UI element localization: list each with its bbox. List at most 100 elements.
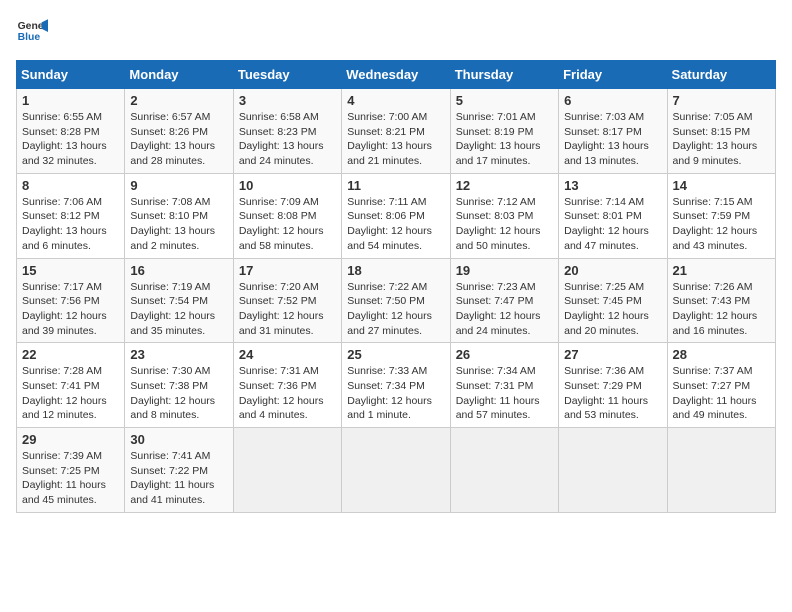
day-number: 14 [673,178,770,193]
day-info: Sunrise: 6:57 AMSunset: 8:26 PMDaylight:… [130,110,227,169]
calendar-day-cell: 5Sunrise: 7:01 AMSunset: 8:19 PMDaylight… [450,89,558,174]
day-number: 3 [239,93,336,108]
calendar-week-row: 29 Sunrise: 7:39 AMSunset: 7:25 PMDayligh… [17,428,776,513]
calendar-day-cell: 11 Sunrise: 7:11 AMSunset: 8:06 PMDayligh… [342,173,450,258]
day-info: Sunrise: 7:34 AMSunset: 7:31 PMDaylight:… [456,364,553,423]
calendar-day-cell: 26 Sunrise: 7:34 AMSunset: 7:31 PMDayligh… [450,343,558,428]
calendar-day-cell: 9 Sunrise: 7:08 AMSunset: 8:10 PMDaylight… [125,173,233,258]
day-info: Sunrise: 6:55 AMSunset: 8:28 PMDaylight:… [22,110,119,169]
day-number: 9 [130,178,227,193]
calendar-day-cell: 21Sunrise: 7:26 AMSunset: 7:43 PMDayligh… [667,258,775,343]
day-number: 12 [456,178,553,193]
day-info: Sunrise: 6:58 AMSunset: 8:23 PMDaylight:… [239,110,336,169]
day-info: Sunrise: 7:14 AMSunset: 8:01 PMDaylight:… [564,195,661,254]
day-number: 16 [130,263,227,278]
calendar-day-cell: 29 Sunrise: 7:39 AMSunset: 7:25 PMDayligh… [17,428,125,513]
day-of-week-header: Tuesday [233,61,341,89]
day-number: 25 [347,347,444,362]
day-info: Sunrise: 7:31 AMSunset: 7:36 PMDaylight:… [239,364,336,423]
day-number: 10 [239,178,336,193]
logo-icon: General Blue [16,16,48,48]
calendar-day-cell: 8Sunrise: 7:06 AMSunset: 8:12 PMDaylight… [17,173,125,258]
calendar-week-row: 8Sunrise: 7:06 AMSunset: 8:12 PMDaylight… [17,173,776,258]
day-number: 28 [673,347,770,362]
calendar-day-cell [559,428,667,513]
day-info: Sunrise: 7:03 AMSunset: 8:17 PMDaylight:… [564,110,661,169]
day-info: Sunrise: 7:17 AMSunset: 7:56 PMDaylight:… [22,280,119,339]
calendar-day-cell [450,428,558,513]
day-info: Sunrise: 7:08 AMSunset: 8:10 PMDaylight:… [130,195,227,254]
day-info: Sunrise: 7:20 AMSunset: 7:52 PMDaylight:… [239,280,336,339]
calendar-day-cell: 12Sunrise: 7:12 AMSunset: 8:03 PMDayligh… [450,173,558,258]
calendar-day-cell: 10 Sunrise: 7:09 AMSunset: 8:08 PMDayligh… [233,173,341,258]
day-info: Sunrise: 7:22 AMSunset: 7:50 PMDaylight:… [347,280,444,339]
day-number: 22 [22,347,119,362]
calendar-day-cell: 24Sunrise: 7:31 AMSunset: 7:36 PMDayligh… [233,343,341,428]
day-info: Sunrise: 7:33 AMSunset: 7:34 PMDaylight:… [347,364,444,423]
day-number: 7 [673,93,770,108]
calendar-week-row: 22Sunrise: 7:28 AMSunset: 7:41 PMDayligh… [17,343,776,428]
day-number: 26 [456,347,553,362]
page-header: General Blue [16,16,776,48]
day-number: 27 [564,347,661,362]
calendar-day-cell: 6 Sunrise: 7:03 AMSunset: 8:17 PMDaylight… [559,89,667,174]
day-info: Sunrise: 7:36 AMSunset: 7:29 PMDaylight:… [564,364,661,423]
day-number: 29 [22,432,119,447]
calendar-day-cell: 7Sunrise: 7:05 AMSunset: 8:15 PMDaylight… [667,89,775,174]
calendar-day-cell [233,428,341,513]
day-number: 15 [22,263,119,278]
calendar-day-cell: 2 Sunrise: 6:57 AMSunset: 8:26 PMDaylight… [125,89,233,174]
calendar-day-cell: 14 Sunrise: 7:15 AMSunset: 7:59 PMDayligh… [667,173,775,258]
calendar-day-cell: 20Sunrise: 7:25 AMSunset: 7:45 PMDayligh… [559,258,667,343]
calendar-day-cell: 28 Sunrise: 7:37 AMSunset: 7:27 PMDayligh… [667,343,775,428]
calendar-day-cell: 19Sunrise: 7:23 AMSunset: 7:47 PMDayligh… [450,258,558,343]
day-number: 5 [456,93,553,108]
day-of-week-header: Wednesday [342,61,450,89]
day-info: Sunrise: 7:37 AMSunset: 7:27 PMDaylight:… [673,364,770,423]
svg-text:Blue: Blue [18,32,41,43]
day-number: 18 [347,263,444,278]
day-info: Sunrise: 7:30 AMSunset: 7:38 PMDaylight:… [130,364,227,423]
day-info: Sunrise: 7:00 AMSunset: 8:21 PMDaylight:… [347,110,444,169]
calendar-day-cell: 22Sunrise: 7:28 AMSunset: 7:41 PMDayligh… [17,343,125,428]
calendar-day-cell [342,428,450,513]
day-number: 4 [347,93,444,108]
day-info: Sunrise: 7:06 AMSunset: 8:12 PMDaylight:… [22,195,119,254]
day-number: 19 [456,263,553,278]
calendar-day-cell: 3 Sunrise: 6:58 AMSunset: 8:23 PMDaylight… [233,89,341,174]
day-info: Sunrise: 7:41 AMSunset: 7:22 PMDaylight:… [130,449,227,508]
calendar-table: SundayMondayTuesdayWednesdayThursdayFrid… [16,60,776,513]
calendar-week-row: 1 Sunrise: 6:55 AMSunset: 8:28 PMDaylight… [17,89,776,174]
calendar-day-cell: 27 Sunrise: 7:36 AMSunset: 7:29 PMDayligh… [559,343,667,428]
header-row: SundayMondayTuesdayWednesdayThursdayFrid… [17,61,776,89]
calendar-week-row: 15 Sunrise: 7:17 AMSunset: 7:56 PMDayligh… [17,258,776,343]
day-info: Sunrise: 7:15 AMSunset: 7:59 PMDaylight:… [673,195,770,254]
calendar-day-cell: 23Sunrise: 7:30 AMSunset: 7:38 PMDayligh… [125,343,233,428]
calendar-day-cell: 16 Sunrise: 7:19 AMSunset: 7:54 PMDayligh… [125,258,233,343]
calendar-header: SundayMondayTuesdayWednesdayThursdayFrid… [17,61,776,89]
day-number: 20 [564,263,661,278]
day-info: Sunrise: 7:19 AMSunset: 7:54 PMDaylight:… [130,280,227,339]
calendar-day-cell: 15 Sunrise: 7:17 AMSunset: 7:56 PMDayligh… [17,258,125,343]
day-of-week-header: Monday [125,61,233,89]
day-number: 17 [239,263,336,278]
calendar-day-cell: 1 Sunrise: 6:55 AMSunset: 8:28 PMDaylight… [17,89,125,174]
calendar-day-cell: 13 Sunrise: 7:14 AMSunset: 8:01 PMDayligh… [559,173,667,258]
calendar-day-cell: 17 Sunrise: 7:20 AMSunset: 7:52 PMDayligh… [233,258,341,343]
calendar-day-cell: 30Sunrise: 7:41 AMSunset: 7:22 PMDayligh… [125,428,233,513]
day-info: Sunrise: 7:39 AMSunset: 7:25 PMDaylight:… [22,449,119,508]
day-number: 6 [564,93,661,108]
day-of-week-header: Thursday [450,61,558,89]
day-number: 11 [347,178,444,193]
day-info: Sunrise: 7:09 AMSunset: 8:08 PMDaylight:… [239,195,336,254]
day-number: 21 [673,263,770,278]
logo: General Blue [16,16,48,48]
day-info: Sunrise: 7:11 AMSunset: 8:06 PMDaylight:… [347,195,444,254]
day-number: 2 [130,93,227,108]
day-of-week-header: Sunday [17,61,125,89]
day-of-week-header: Saturday [667,61,775,89]
day-number: 1 [22,93,119,108]
day-number: 13 [564,178,661,193]
calendar-day-cell: 18 Sunrise: 7:22 AMSunset: 7:50 PMDayligh… [342,258,450,343]
calendar-day-cell [667,428,775,513]
